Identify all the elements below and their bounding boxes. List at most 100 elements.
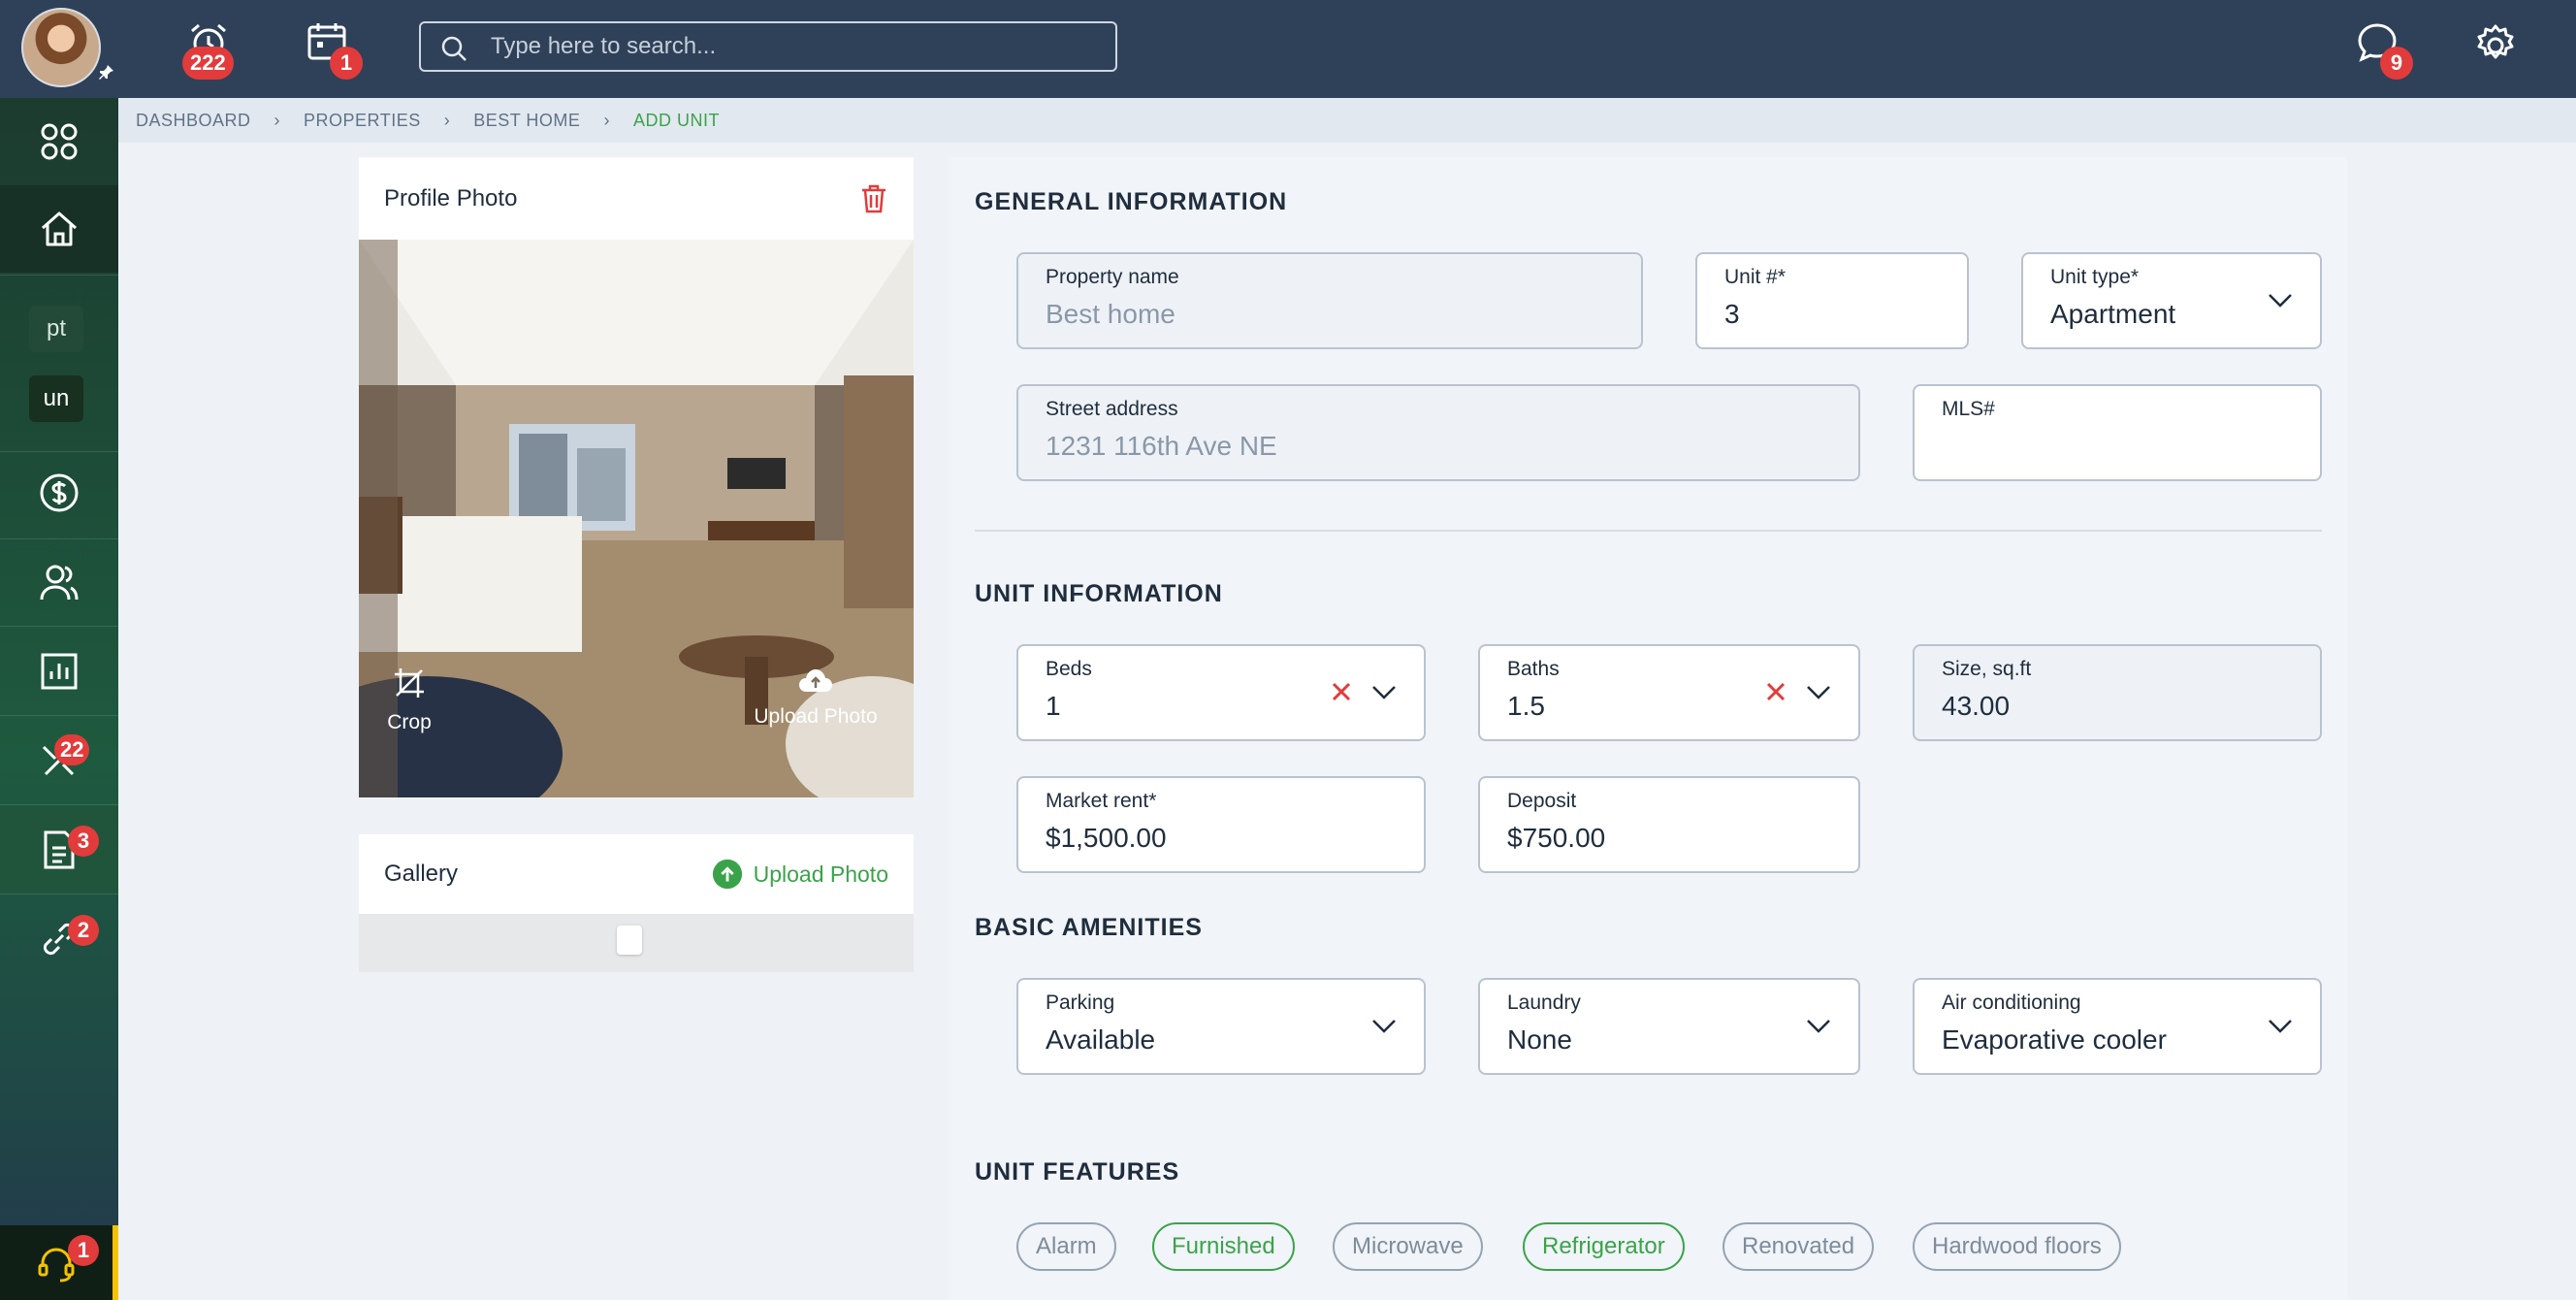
cloud-upload-icon: [799, 669, 832, 692]
breadcrumb: DASHBOARD › PROPERTIES › BEST HOME › ADD…: [118, 98, 2576, 143]
unit-information-title: UNIT INFORMATION: [975, 580, 1223, 607]
breadcrumb-properties[interactable]: PROPERTIES: [304, 111, 421, 131]
deposit-field[interactable]: Deposit $750.00: [1478, 776, 1860, 873]
documents-badge: 3: [68, 826, 99, 857]
unit-number-field[interactable]: Unit #* 3: [1695, 252, 1969, 349]
feature-tag-refrigerator[interactable]: Refrigerator: [1523, 1222, 1685, 1271]
chevron-down-icon: [1372, 1020, 1396, 1033]
sidebar-item-home[interactable]: [0, 185, 118, 273]
air-conditioning-select[interactable]: Air conditioning Evaporative cooler: [1913, 978, 2322, 1075]
baths-label: Baths: [1507, 658, 1560, 680]
feature-tag-microwave[interactable]: Microwave: [1333, 1222, 1483, 1271]
feature-tag-furnished[interactable]: Furnished: [1152, 1222, 1295, 1271]
market-rent-field[interactable]: Market rent* $1,500.00: [1016, 776, 1426, 873]
search-input[interactable]: [491, 29, 1092, 64]
search-icon: [441, 36, 467, 61]
deposit-value: $750.00: [1507, 823, 1606, 853]
sidebar-item-reports[interactable]: [0, 628, 118, 715]
property-name-value: Best home: [1046, 299, 1175, 329]
beds-label: Beds: [1046, 658, 1092, 680]
unit-type-select[interactable]: Unit type* Apartment: [2021, 252, 2322, 349]
apps-grid-icon: [41, 123, 78, 160]
basic-amenities-title: BASIC AMENITIES: [975, 914, 1203, 941]
mls-field[interactable]: MLS#: [1913, 384, 2322, 481]
baths-select[interactable]: Baths 1.5: [1478, 644, 1860, 741]
dollar-icon: [40, 473, 79, 512]
unit-features-title: UNIT FEATURES: [975, 1158, 1180, 1186]
sidebar-item-maintenance[interactable]: 22: [0, 717, 118, 804]
parking-value: Available: [1046, 1024, 1156, 1055]
deposit-label: Deposit: [1507, 790, 1577, 812]
size-field: Size, sq.ft 43.00: [1913, 644, 2322, 741]
upload-circle-icon: [712, 859, 742, 890]
chevron-down-icon: [1372, 686, 1396, 699]
breadcrumb-best-home[interactable]: BEST HOME: [473, 111, 580, 131]
sidebar-chip-pt[interactable]: pt: [29, 306, 83, 352]
support-badge: 1: [68, 1235, 99, 1266]
feature-tag-alarm[interactable]: Alarm: [1016, 1222, 1116, 1271]
parking-label: Parking: [1046, 991, 1115, 1014]
laundry-value: None: [1507, 1024, 1572, 1055]
sidebar-item-apps[interactable]: [0, 98, 118, 185]
gallery-dropzone[interactable]: [359, 914, 914, 972]
chevron-right-icon: ›: [274, 110, 281, 130]
mls-label: MLS#: [1942, 398, 1995, 420]
user-avatar[interactable]: [21, 8, 101, 87]
clear-x-icon[interactable]: [1331, 681, 1352, 702]
feature-tag-renovated[interactable]: Renovated: [1723, 1222, 1875, 1271]
upload-photo-button[interactable]: Upload Photo: [743, 666, 888, 729]
pin-icon: [99, 65, 113, 80]
alerts-button[interactable]: 222: [182, 19, 244, 80]
settings-gear-icon[interactable]: [2473, 23, 2518, 68]
crop-label: Crop: [387, 711, 432, 733]
crop-button[interactable]: Crop: [378, 666, 440, 734]
messages-badge: 9: [2380, 47, 2413, 80]
support-button[interactable]: 1: [0, 1225, 118, 1300]
general-information-title: GENERAL INFORMATION: [975, 188, 1288, 215]
maintenance-badge: 22: [54, 734, 90, 765]
gallery-card: Gallery Upload Photo: [359, 834, 914, 972]
sidebar-chip-un[interactable]: un: [29, 375, 83, 422]
unit-number-label: Unit #*: [1724, 266, 1787, 288]
sidebar: pt un 22 3 2: [0, 98, 118, 1300]
property-name-field: Property name Best home: [1016, 252, 1643, 349]
unit-type-value: Apartment: [2050, 299, 2176, 329]
calendar-button[interactable]: 1: [305, 19, 363, 80]
crop-icon: [395, 668, 424, 698]
market-rent-label: Market rent*: [1046, 790, 1157, 812]
gallery-thumbnail[interactable]: [617, 926, 642, 955]
chevron-down-icon: [2269, 1020, 2292, 1033]
unit-type-label: Unit type*: [2050, 266, 2140, 288]
profile-photo-card: Profile Photo Crop Upload Photo: [359, 157, 914, 797]
profile-photo-image: Crop Upload Photo: [359, 240, 914, 797]
sidebar-item-payments[interactable]: [0, 449, 118, 536]
laundry-label: Laundry: [1507, 991, 1581, 1014]
links-badge: 2: [68, 915, 99, 946]
trash-icon[interactable]: [859, 183, 888, 214]
gallery-upload-button[interactable]: Upload Photo: [711, 858, 888, 891]
unit-number-value: 3: [1724, 299, 1740, 329]
beds-select[interactable]: Beds 1: [1016, 644, 1426, 741]
sidebar-item-documents[interactable]: 3: [0, 806, 118, 894]
feature-tag-hardwood-floors[interactable]: Hardwood floors: [1913, 1222, 2121, 1271]
chevron-down-icon: [1807, 1020, 1830, 1033]
breadcrumb-add-unit: ADD UNIT: [632, 110, 720, 130]
street-address-value: 1231 116th Ave NE: [1046, 431, 1277, 461]
air-conditioning-value: Evaporative cooler: [1942, 1024, 2167, 1055]
messages-button[interactable]: 9: [2355, 19, 2413, 80]
clear-x-icon[interactable]: [1765, 681, 1787, 702]
people-icon: [40, 565, 79, 601]
chevron-down-icon: [1807, 686, 1830, 699]
section-divider: [975, 530, 2322, 532]
street-address-label: Street address: [1046, 398, 1178, 420]
gallery-upload-label: Upload Photo: [753, 861, 888, 887]
profile-photo-title: Profile Photo: [384, 184, 518, 211]
sidebar-item-links[interactable]: 2: [0, 895, 118, 983]
parking-select[interactable]: Parking Available: [1016, 978, 1426, 1075]
chevron-right-icon: ›: [603, 110, 610, 130]
street-address-field: Street address 1231 116th Ave NE: [1016, 384, 1860, 481]
laundry-select[interactable]: Laundry None: [1478, 978, 1860, 1075]
sidebar-item-people[interactable]: [0, 538, 118, 626]
gallery-title: Gallery: [384, 861, 459, 887]
breadcrumb-dashboard[interactable]: DASHBOARD: [136, 111, 251, 131]
